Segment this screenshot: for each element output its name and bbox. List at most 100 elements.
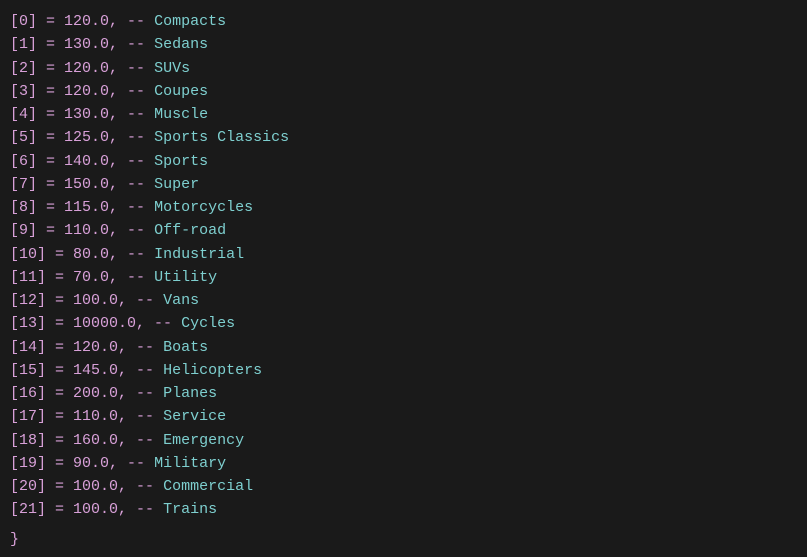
category-label: Helicopters: [163, 359, 262, 382]
numeric-value: 145.0,: [73, 359, 127, 382]
numeric-value: 10000.0,: [73, 312, 145, 335]
equals-sign: =: [46, 405, 73, 428]
category-label: Emergency: [163, 429, 244, 452]
index-bracket: [18]: [10, 429, 46, 452]
separator: --: [118, 196, 154, 219]
list-item: [15] = 145.0, -- Helicopters: [10, 359, 797, 382]
index-bracket: [0]: [10, 10, 37, 33]
separator: --: [127, 336, 163, 359]
numeric-value: 110.0,: [64, 219, 118, 242]
index-bracket: [8]: [10, 196, 37, 219]
list-item: [16] = 200.0, -- Planes: [10, 382, 797, 405]
list-item: [17] = 110.0, -- Service: [10, 405, 797, 428]
index-bracket: [20]: [10, 475, 46, 498]
separator: --: [118, 243, 154, 266]
list-item: [21] = 100.0, -- Trains: [10, 498, 797, 521]
list-item: [18] = 160.0, -- Emergency: [10, 429, 797, 452]
category-label: Utility: [154, 266, 217, 289]
index-bracket: [21]: [10, 498, 46, 521]
separator: --: [127, 405, 163, 428]
separator: --: [118, 126, 154, 149]
separator: --: [118, 173, 154, 196]
category-label: SUVs: [154, 57, 190, 80]
category-label: Trains: [163, 498, 217, 521]
list-item: [6] = 140.0, -- Sports: [10, 150, 797, 173]
numeric-value: 130.0,: [64, 103, 118, 126]
separator: --: [118, 10, 154, 33]
numeric-value: 130.0,: [64, 33, 118, 56]
category-label: Sports Classics: [154, 126, 289, 149]
index-bracket: [14]: [10, 336, 46, 359]
list-item: [20] = 100.0, -- Commercial: [10, 475, 797, 498]
list-item: [8] = 115.0, -- Motorcycles: [10, 196, 797, 219]
equals-sign: =: [46, 359, 73, 382]
equals-sign: =: [37, 80, 64, 103]
list-item: [10] = 80.0, -- Industrial: [10, 243, 797, 266]
equals-sign: =: [46, 289, 73, 312]
separator: --: [118, 80, 154, 103]
list-item: [12] = 100.0, -- Vans: [10, 289, 797, 312]
index-bracket: [12]: [10, 289, 46, 312]
equals-sign: =: [37, 196, 64, 219]
index-bracket: [19]: [10, 452, 46, 475]
list-item: [4] = 130.0, -- Muscle: [10, 103, 797, 126]
closing-brace: }: [10, 528, 797, 551]
numeric-value: 120.0,: [64, 57, 118, 80]
separator: --: [127, 475, 163, 498]
separator: --: [127, 289, 163, 312]
list-item: [1] = 130.0, -- Sedans: [10, 33, 797, 56]
index-bracket: [7]: [10, 173, 37, 196]
list-item: [13] = 10000.0, -- Cycles: [10, 312, 797, 335]
equals-sign: =: [46, 382, 73, 405]
equals-sign: =: [46, 243, 73, 266]
list-item: [7] = 150.0, -- Super: [10, 173, 797, 196]
list-item: [0] = 120.0, -- Compacts: [10, 10, 797, 33]
index-bracket: [15]: [10, 359, 46, 382]
list-item: [11] = 70.0, -- Utility: [10, 266, 797, 289]
index-bracket: [5]: [10, 126, 37, 149]
equals-sign: =: [37, 10, 64, 33]
category-label: Planes: [163, 382, 217, 405]
category-label: Super: [154, 173, 199, 196]
equals-sign: =: [37, 103, 64, 126]
separator: --: [127, 429, 163, 452]
separator: --: [127, 359, 163, 382]
index-bracket: [3]: [10, 80, 37, 103]
index-bracket: [11]: [10, 266, 46, 289]
category-label: Industrial: [154, 243, 244, 266]
equals-sign: =: [46, 452, 73, 475]
equals-sign: =: [37, 57, 64, 80]
equals-sign: =: [46, 498, 73, 521]
equals-sign: =: [46, 475, 73, 498]
index-bracket: [13]: [10, 312, 46, 335]
category-label: Boats: [163, 336, 208, 359]
category-label: Commercial: [163, 475, 253, 498]
list-item: [9] = 110.0, -- Off-road: [10, 219, 797, 242]
category-label: Military: [154, 452, 226, 475]
numeric-value: 100.0,: [73, 498, 127, 521]
numeric-value: 110.0,: [73, 405, 127, 428]
index-bracket: [17]: [10, 405, 46, 428]
numeric-value: 115.0,: [64, 196, 118, 219]
separator: --: [118, 219, 154, 242]
list-item: [19] = 90.0, -- Military: [10, 452, 797, 475]
separator: --: [118, 266, 154, 289]
separator: --: [118, 150, 154, 173]
index-bracket: [10]: [10, 243, 46, 266]
equals-sign: =: [37, 219, 64, 242]
category-label: Sports: [154, 150, 208, 173]
numeric-value: 200.0,: [73, 382, 127, 405]
numeric-value: 100.0,: [73, 289, 127, 312]
category-label: Motorcycles: [154, 196, 253, 219]
category-label: Compacts: [154, 10, 226, 33]
numeric-value: 100.0,: [73, 475, 127, 498]
separator: --: [118, 33, 154, 56]
equals-sign: =: [46, 266, 73, 289]
equals-sign: =: [37, 126, 64, 149]
equals-sign: =: [37, 150, 64, 173]
list-item: [14] = 120.0, -- Boats: [10, 336, 797, 359]
numeric-value: 70.0,: [73, 266, 118, 289]
equals-sign: =: [46, 336, 73, 359]
numeric-value: 140.0,: [64, 150, 118, 173]
numeric-value: 125.0,: [64, 126, 118, 149]
